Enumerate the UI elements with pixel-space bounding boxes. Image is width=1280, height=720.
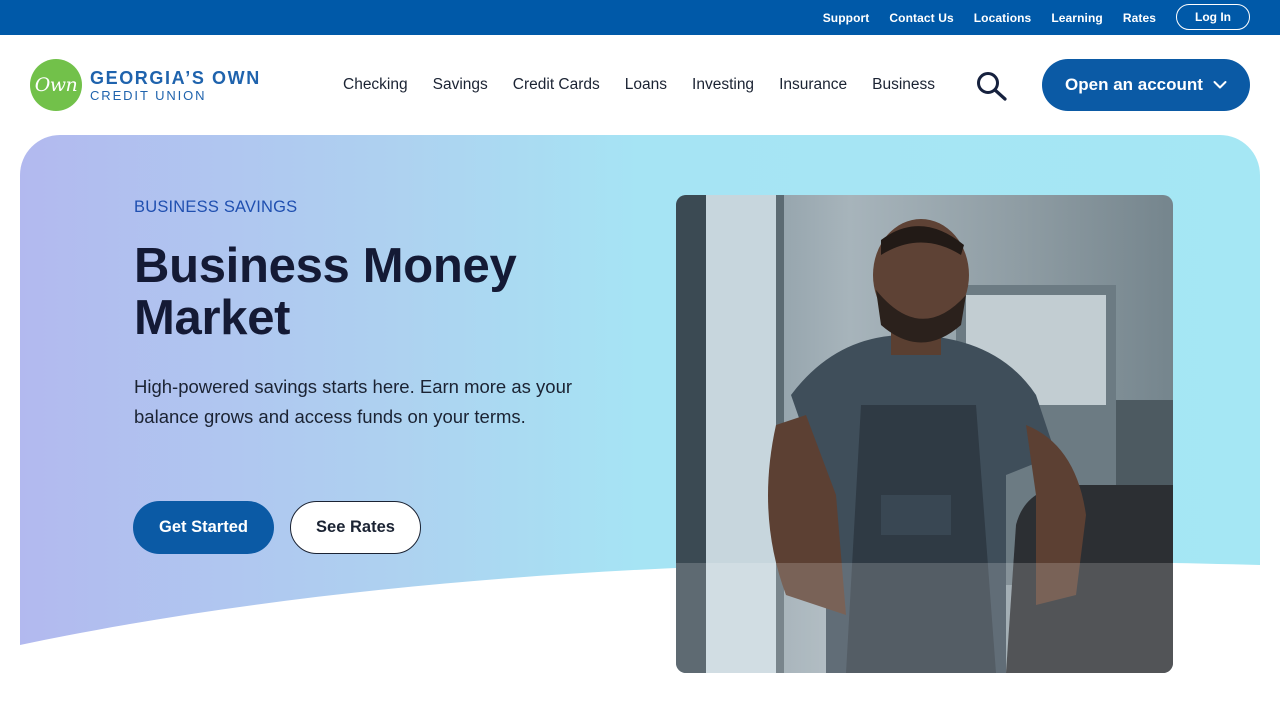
main-nav: Checking Savings Credit Cards Loans Inve… [343,35,935,135]
search-icon[interactable] [975,71,1009,101]
open-account-button[interactable]: Open an account [1042,59,1250,111]
nav-item-business[interactable]: Business [872,76,935,94]
nav-item-loans[interactable]: Loans [625,76,667,94]
logo-wordmark: GEORGIA’S OWN CREDIT UNION [90,68,261,103]
see-rates-button[interactable]: See Rates [290,501,421,554]
get-started-button[interactable]: Get Started [133,501,274,554]
chevron-down-icon [1213,81,1227,89]
rates-link[interactable]: Rates [1123,11,1156,25]
hero-photo [676,195,1173,673]
locations-link[interactable]: Locations [974,11,1032,25]
utility-bar: Support Contact Us Locations Learning Ra… [0,0,1280,35]
learning-link[interactable]: Learning [1051,11,1102,25]
utility-links: Support Contact Us Locations Learning Ra… [823,0,1156,35]
login-button[interactable]: Log In [1176,4,1250,30]
hero-subtitle: High-powered savings starts here. Earn m… [134,376,573,427]
logo-mark: Own [30,59,82,111]
support-link[interactable]: Support [823,11,870,25]
nav-item-insurance[interactable]: Insurance [779,76,847,94]
logo-name-line2: CREDIT UNION [90,87,207,103]
hero-title: Business Money Market [134,239,517,345]
open-account-label: Open an account [1065,75,1203,94]
nav-item-investing[interactable]: Investing [692,76,754,94]
logo-mark-text: Own [34,74,78,96]
hero-eyebrow: BUSINESS SAVINGS [134,198,298,216]
logo-name-line1: GEORGIA’S OWN [90,67,261,88]
nav-item-credit-cards[interactable]: Credit Cards [513,76,600,94]
logo[interactable]: Own GEORGIA’S OWN CREDIT UNION [30,58,261,112]
site-header: Own GEORGIA’S OWN CREDIT UNION Checking … [0,35,1280,135]
nav-item-checking[interactable]: Checking [343,76,408,94]
contact-us-link[interactable]: Contact Us [889,11,953,25]
nav-item-savings[interactable]: Savings [433,76,488,94]
